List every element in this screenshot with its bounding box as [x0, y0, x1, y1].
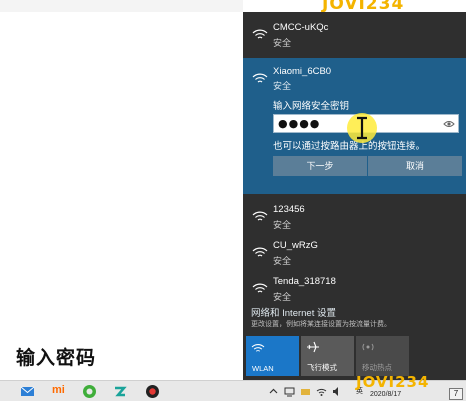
wifi-icon — [252, 29, 268, 39]
caption-text: 输入密码 — [16, 347, 97, 369]
network-settings-desc: 更改设置，例如将某连接设置为按流量计费。 — [251, 321, 391, 328]
tile-label: 飞行模式 — [307, 363, 337, 372]
airplane-mode-tile[interactable]: 飞行模式 — [301, 336, 354, 376]
browser-icon[interactable] — [82, 384, 97, 399]
app-icon[interactable] — [112, 384, 127, 399]
wifi-flyout: CMCC-uKQc 安全 Xiaomi_6CB0 安全 输入网络安全密钥 ●●●… — [243, 12, 466, 380]
mobile-hotspot-tile[interactable]: 移动热点 — [356, 336, 409, 376]
clock-date[interactable]: 2020/8/17 — [370, 391, 401, 398]
window-top-strip — [0, 0, 243, 12]
watermark-logo: JOVI234 — [356, 373, 430, 391]
network-status: 安全 — [273, 220, 292, 230]
cancel-button[interactable]: 取消 — [368, 156, 462, 176]
chevron-up-icon[interactable] — [268, 386, 279, 397]
network-status: 安全 — [273, 38, 292, 48]
network-name: CU_wRzG — [273, 240, 318, 251]
notification-badge[interactable]: 7 — [449, 388, 463, 400]
network-status: 安全 — [273, 81, 292, 91]
wlan-tile[interactable]: WLAN — [246, 336, 299, 376]
wifi-icon — [252, 211, 268, 221]
desktop-area — [0, 0, 243, 380]
network-item[interactable]: CMCC-uKQc 安全 — [243, 16, 466, 60]
wifi-icon — [252, 283, 268, 293]
mail-icon[interactable] — [20, 384, 35, 399]
network-name: CMCC-uKQc — [273, 22, 329, 33]
folder-icon[interactable] — [300, 386, 311, 397]
wifi-icon — [252, 247, 268, 257]
password-mask: ●●●● — [278, 117, 321, 130]
eye-icon[interactable] — [443, 118, 455, 130]
mi-app-icon[interactable]: mi — [52, 384, 67, 399]
network-settings-link[interactable]: 网络和 Internet 设置 — [251, 305, 336, 319]
tile-label: 移动热点 — [362, 363, 392, 372]
airplane-icon — [307, 341, 319, 353]
wifi-tray-icon[interactable] — [316, 386, 327, 397]
volume-icon[interactable] — [332, 386, 343, 397]
record-icon[interactable] — [145, 384, 160, 399]
security-key-label: 输入网络安全密钥 — [273, 101, 350, 112]
network-status: 安全 — [273, 256, 292, 266]
router-button-hint: 也可以通过按路由器上的按钮连接。 — [273, 141, 426, 152]
network-name: 123456 — [273, 204, 305, 215]
tile-label: WLAN — [252, 364, 274, 373]
next-button[interactable]: 下一步 — [273, 156, 367, 176]
network-name: Xiaomi_6CB0 — [273, 66, 332, 77]
network-tray-icon[interactable] — [284, 386, 295, 397]
wifi-icon — [251, 344, 265, 352]
text-cursor-icon — [357, 116, 367, 140]
hotspot-icon — [362, 343, 374, 351]
wifi-icon — [252, 73, 268, 83]
network-status: 安全 — [273, 292, 292, 302]
network-name: Tenda_318718 — [273, 276, 336, 287]
